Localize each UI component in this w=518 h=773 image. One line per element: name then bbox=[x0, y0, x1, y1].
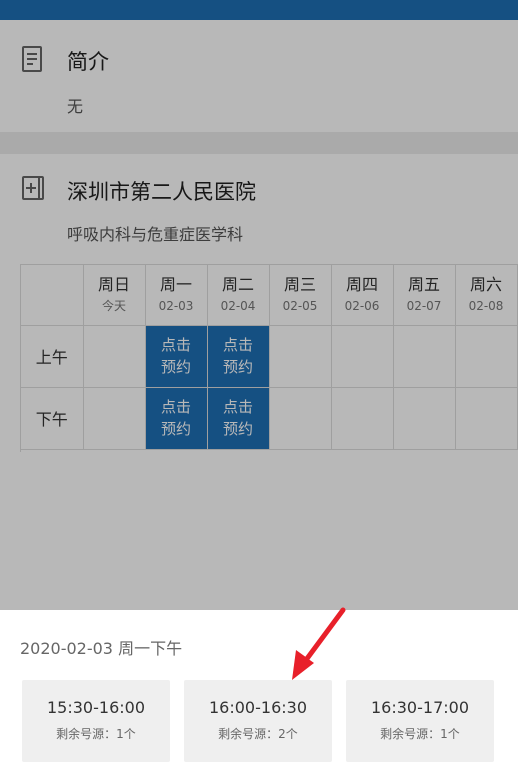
slot-time: 16:00-16:30 bbox=[209, 698, 307, 717]
time-slot-button[interactable]: 16:30-17:00 剩余号源：1个 bbox=[346, 680, 494, 762]
slot-remaining: 剩余号源：1个 bbox=[56, 727, 136, 741]
time-slot-sheet: 2020-02-03 周一下午 15:30-16:00 剩余号源：1个 16:0… bbox=[0, 610, 518, 773]
slot-time: 16:30-17:00 bbox=[371, 698, 469, 717]
slot-remaining: 剩余号源：2个 bbox=[218, 727, 298, 741]
slot-remaining: 剩余号源：1个 bbox=[380, 727, 460, 741]
slot-time: 15:30-16:00 bbox=[47, 698, 145, 717]
dim-overlay[interactable] bbox=[0, 0, 518, 610]
time-slot-button[interactable]: 15:30-16:00 剩余号源：1个 bbox=[22, 680, 170, 762]
time-slot-button[interactable]: 16:00-16:30 剩余号源：2个 bbox=[184, 680, 332, 762]
sheet-title: 2020-02-03 周一下午 bbox=[20, 639, 183, 658]
